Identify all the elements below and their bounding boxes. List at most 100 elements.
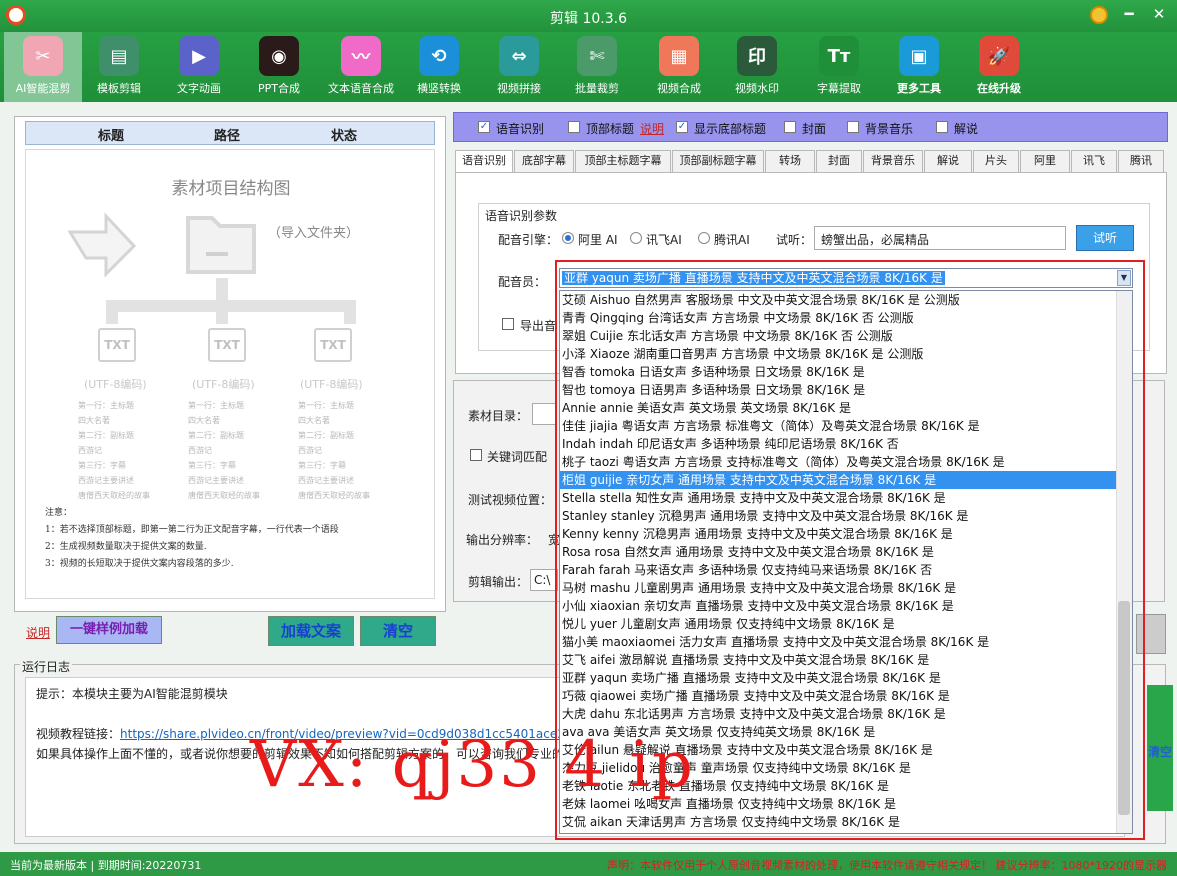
- listen-text-input[interactable]: 螃蟹出品，必属精品: [814, 226, 1066, 250]
- tree-connector: [106, 300, 356, 312]
- voice-option[interactable]: 智也 tomoya 日语男声 多语种场景 日文场景 8K/16K 是: [560, 381, 1132, 399]
- toolbar-splice-button[interactable]: ⇔ 视频拼接: [480, 32, 558, 102]
- voice-option[interactable]: 艾伦 ailun 悬疑解说 直播场景 支持中文及中英文混合场景 8K/16K 是: [560, 741, 1132, 759]
- voice-option[interactable]: 小泽 Xiaoze 湖南重口音男声 方言场景 中文场景 8K/16K 是 公测版: [560, 345, 1132, 363]
- toolbar-text-animation-button[interactable]: ▶ 文字动画: [160, 32, 238, 102]
- toolbar-ppt-button[interactable]: ◉ PPT合成: [240, 32, 318, 102]
- keyword-match-checkbox[interactable]: [470, 449, 482, 461]
- tab-tencent[interactable]: 腾讯: [1118, 150, 1164, 172]
- tab-top-sub-title[interactable]: 顶部副标题字幕: [672, 150, 764, 172]
- engine-tencent-radio[interactable]: [698, 232, 710, 244]
- voice-option[interactable]: 老妹 laomei 吆喝女声 直播场景 仅支持纯中文场景 8K/16K 是: [560, 795, 1132, 813]
- medal-icon[interactable]: [1090, 6, 1108, 24]
- tab-narration[interactable]: 解说: [924, 150, 972, 172]
- engine-xunfei-radio[interactable]: [630, 232, 642, 244]
- toolbar-compose-button[interactable]: ▦ 视频合成: [640, 32, 718, 102]
- side-action-button[interactable]: [1136, 614, 1166, 654]
- voice-option[interactable]: 杰力豆 jielidou 治愈童声 童声场景 仅支持纯中文场景 8K/16K 是: [560, 759, 1132, 777]
- tab-bottom-subtitle[interactable]: 底部字幕: [514, 150, 574, 172]
- voice-option[interactable]: Stanley stanley 沉稳男声 通用场景 支持中文及中英文混合场景 8…: [560, 507, 1132, 525]
- tab-xunfei[interactable]: 讯飞: [1071, 150, 1117, 172]
- engine-ali-radio[interactable]: [562, 232, 574, 244]
- voice-option[interactable]: Annie annie 美语女声 英文场景 英文场景 8K/16K 是: [560, 399, 1132, 417]
- ppt-icon: ◉: [259, 36, 299, 76]
- voice-option[interactable]: 亚群 yaqun 卖场广播 直播场景 支持中文及中英文混合场景 8K/16K 是: [560, 669, 1132, 687]
- tab-transition[interactable]: 转场: [765, 150, 815, 172]
- tab-asr[interactable]: 语音识别: [455, 150, 513, 173]
- toolbar-template-button[interactable]: ▤ 模板剪辑: [80, 32, 158, 102]
- load-script-button[interactable]: 加载文案: [268, 616, 354, 646]
- voice-option[interactable]: 智香 tomoka 日语女声 多语种场景 日文场景 8K/16K 是: [560, 363, 1132, 381]
- tts-icon: 〰: [341, 36, 381, 76]
- voice-option[interactable]: Rosa rosa 自然女声 通用场景 支持中文及中英文混合场景 8K/16K …: [560, 543, 1132, 561]
- voice-option[interactable]: 老铁 laotie 东北老铁 直播场景 仅支持纯中文场景 8K/16K 是: [560, 777, 1132, 795]
- voice-option[interactable]: 艾硕 Aishuo 自然男声 客服场景 中文及中英文混合场景 8K/16K 是 …: [560, 291, 1132, 309]
- top-title-checkbox[interactable]: [568, 121, 580, 133]
- tab-ali[interactable]: 阿里: [1020, 150, 1070, 172]
- tab-intro[interactable]: 片头: [973, 150, 1019, 172]
- toolbar-subtitle-button[interactable]: Tт 字幕提取: [800, 32, 878, 102]
- toolbar-ai-mix-button[interactable]: ✂ AI智能混剪: [4, 32, 82, 102]
- tab-top-main-title[interactable]: 顶部主标题字幕: [575, 150, 671, 172]
- voice-option[interactable]: 桃子 taozi 粤语女声 方言场景 支持标准粤文（简体）及粤英文混合场景 8K…: [560, 453, 1132, 471]
- bottom-title-checkbox[interactable]: ✓: [676, 121, 688, 133]
- voice-option[interactable]: 马树 mashu 儿童剧男声 通用场景 支持中文及中英文混合场景 8K/16K …: [560, 579, 1132, 597]
- voice-option[interactable]: 大虎 dahu 东北话男声 方言场景 支持中文及中英文混合场景 8K/16K 是: [560, 705, 1132, 723]
- toolbar-tts-button[interactable]: 〰文本语音合成: [322, 32, 400, 102]
- toolbar-item-label: 横竖转换: [417, 82, 461, 95]
- listen-label: 试听：: [776, 233, 813, 247]
- try-listen-button[interactable]: 试听: [1076, 225, 1134, 251]
- tab-cover[interactable]: 封面: [816, 150, 862, 172]
- voice-dropdown-list[interactable]: 艾硕 Aishuo 自然男声 客服场景 中文及中英文混合场景 8K/16K 是 …: [559, 290, 1133, 834]
- voice-option[interactable]: 佳佳 jiajia 粤语女声 方言场景 标准粤文（简体）及粤英文混合场景 8K/…: [560, 417, 1132, 435]
- toolbar-rocket-button[interactable]: 🚀 在线升级: [960, 32, 1038, 102]
- material-dir-input[interactable]: [532, 403, 556, 425]
- voice-option[interactable]: Kenny kenny 沉稳男声 通用场景 支持中文及中英文混合场景 8K/16…: [560, 525, 1132, 543]
- export-audio-label: 导出音: [520, 319, 557, 333]
- dropdown-arrow-icon[interactable]: ▼: [1117, 270, 1131, 286]
- close-button[interactable]: ✕: [1148, 4, 1170, 24]
- voice-option[interactable]: 柜姐 guijie 亲切女声 通用场景 支持中文及中英文混合场景 8K/16K …: [560, 471, 1132, 489]
- toolbar-crop-button[interactable]: ✄ 批量裁剪: [558, 32, 636, 102]
- column-path[interactable]: 路径: [214, 125, 240, 144]
- log-clear-button[interactable]: 清空: [1147, 685, 1173, 811]
- voice-option[interactable]: 悦儿 yuer 儿童剧女声 通用场景 仅支持纯中文场景 8K/16K 是: [560, 615, 1132, 633]
- toolbar-item-label: AI智能混剪: [15, 82, 71, 95]
- voice-option[interactable]: 青青 Qingqing 台湾话女声 方言场景 中文场景 8K/16K 否 公测版: [560, 309, 1132, 327]
- load-example-button[interactable]: 一键样例加载: [56, 616, 162, 644]
- voice-option[interactable]: Stella stella 知性女声 通用场景 支持中文及中英文混合场景 8K/…: [560, 489, 1132, 507]
- narration-checkbox[interactable]: [936, 121, 948, 133]
- voice-option[interactable]: 小仙 xiaoxian 亲切女声 直播场景 支持中文及中英文混合场景 8K/16…: [560, 597, 1132, 615]
- voice-select[interactable]: 亚群 yaqun 卖场广播 直播场景 支持中文及中英文混合场景 8K/16K 是…: [559, 268, 1133, 288]
- cover-checkbox[interactable]: [784, 121, 796, 133]
- options-explain-link[interactable]: 说明: [640, 120, 664, 137]
- toolbar-more-tools-button[interactable]: ▣ 更多工具: [880, 32, 958, 102]
- bgm-checkbox[interactable]: [847, 121, 859, 133]
- voice-option[interactable]: 翠姐 Cuijie 东北话女声 方言场景 中文场景 8K/16K 否 公测版: [560, 327, 1132, 345]
- dropdown-scrollbar[interactable]: [1116, 291, 1132, 833]
- column-title[interactable]: 标题: [98, 125, 124, 144]
- voice-option[interactable]: 猫小美 maoxiaomei 活力女声 直播场景 支持中文及中英文混合场景 8K…: [560, 633, 1132, 651]
- material-panel: 标题 路径 状态 素材项目结构图 （导入文件夹） TXT TXT TXT (UT…: [14, 116, 446, 612]
- clear-button[interactable]: 清空: [360, 616, 436, 646]
- asr-checkbox[interactable]: ✓: [478, 121, 490, 133]
- minimize-button[interactable]: ━: [1118, 4, 1140, 24]
- toolbar-rotate-button[interactable]: ⟲ 横竖转换: [400, 32, 478, 102]
- voice-option[interactable]: 艾飞 aifei 激昂解说 直播场景 支持中文及中英文混合场景 8K/16K 是: [560, 651, 1132, 669]
- voice-option[interactable]: Farah farah 马来语女声 多语种场景 仅支持纯马来语场景 8K/16K…: [560, 561, 1132, 579]
- output-dir-input[interactable]: C:\: [530, 569, 558, 591]
- scrollbar-thumb[interactable]: [1118, 601, 1130, 815]
- voice-option[interactable]: ava ava 美语女声 英文场景 仅支持纯英文场景 8K/16K 是: [560, 723, 1132, 741]
- voice-option[interactable]: Indah indah 印尼语女声 多语种场景 纯印尼语场景 8K/16K 否: [560, 435, 1132, 453]
- export-audio-checkbox[interactable]: [502, 318, 514, 330]
- tutorial-link[interactable]: https://share.plvideo.cn/front/video/pre…: [120, 727, 588, 741]
- tab-bgm[interactable]: 背景音乐: [863, 150, 923, 172]
- left-button-row: 说明 一键样例加载 加载文案 清空: [14, 616, 446, 648]
- voice-option[interactable]: 艾侃 aikan 天津话男声 方言场景 仅支持纯中文场景 8K/16K 是: [560, 813, 1132, 831]
- tree-connector: [106, 300, 118, 324]
- top-title-label: 顶部标题: [586, 122, 635, 136]
- column-status[interactable]: 状态: [331, 125, 357, 144]
- voice-option[interactable]: 巧薇 qiaowei 卖场广播 直播场景 支持中文及中英文混合场景 8K/16K…: [560, 687, 1132, 705]
- explain-link[interactable]: 说明: [26, 624, 50, 641]
- toolbar-watermark-button[interactable]: 印视频水印: [718, 32, 796, 102]
